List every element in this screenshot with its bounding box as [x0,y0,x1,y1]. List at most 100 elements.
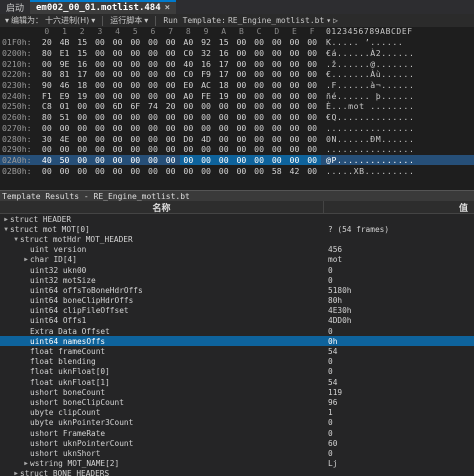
hex-byte[interactable]: 00 [126,91,144,101]
hex-byte[interactable]: 00 [303,48,321,58]
hex-byte[interactable]: 00 [144,155,162,165]
expand-icon[interactable]: ▶ [22,460,30,467]
hex-byte[interactable]: 00 [162,37,180,47]
tree-row[interactable]: float uknFloat[1] 54 [0,377,474,387]
hex-byte[interactable]: 00 [126,112,144,122]
hex-byte[interactable]: 00 [233,80,251,90]
hex-row[interactable]: 0250h: C8 01 00 00 6D 6F 74 20 00 00 00 00 00 00 00 00 È.… [0,101,474,112]
hex-byte[interactable]: 16 [73,59,91,69]
hex-byte[interactable]: 15 [73,37,91,47]
hex-byte[interactable]: 17 [73,69,91,79]
hex-byte[interactable]: F1 [38,91,56,101]
hex-byte[interactable]: 00 [162,80,180,90]
hex-row[interactable]: 0280h: 30 4E 00 00 00 00 00 00 D0 4D 00 00 00 00 00 00 0N… [0,133,474,144]
hex-byte[interactable]: 00 [197,101,215,111]
expand-icon[interactable]: ▶ [2,216,10,223]
hex-byte[interactable]: 00 [91,59,109,69]
hex-ascii[interactable]: €Q.............. [322,112,474,122]
hex-byte[interactable]: 00 [286,91,304,101]
hex-byte[interactable]: 4B [56,37,74,47]
hex-byte[interactable]: D0 [180,134,198,144]
tree-row[interactable]: uint version 456 [0,245,474,255]
hex-row[interactable]: 02B0h: 00 00 00 00 00 00 00 00 00 00 00 00 00 58 42 00..… [0,165,474,176]
hex-row[interactable]: 0230h: 90 46 18 00 00 00 00 00 E0 AC 18 00 00 00 00 00 .F… [0,80,474,91]
hex-byte[interactable]: 00 [215,101,233,111]
hex-byte[interactable]: 00 [109,134,127,144]
hex-byte[interactable]: F9 [197,69,215,79]
tree-row[interactable]: ▶ char ID[4] mot [0,255,474,265]
hex-byte[interactable]: 00 [180,166,198,176]
hex-byte[interactable]: 00 [250,37,268,47]
expand-icon[interactable]: ▶ [12,470,20,476]
tree-row[interactable]: ▶ wstring MOT_NAME[2] Lj [0,459,474,469]
hex-byte[interactable]: 00 [180,144,198,154]
hex-byte[interactable]: 00 [285,154,304,165]
hex-byte[interactable]: A0 [180,91,198,101]
hex-byte[interactable]: 00 [303,101,321,111]
hex-byte[interactable]: 00 [233,101,251,111]
hex-byte[interactable]: 00 [73,101,91,111]
hex-byte[interactable]: 00 [286,69,304,79]
hex-byte[interactable]: 00 [144,112,162,122]
hex-byte[interactable]: 17 [215,69,233,79]
hex-byte[interactable]: 00 [303,123,321,133]
hex-byte[interactable]: 19 [73,91,91,101]
hex-byte[interactable]: 9E [56,59,74,69]
hex-byte[interactable]: 00 [233,166,251,176]
hex-ascii[interactable]: ................ [322,123,474,133]
hex-byte[interactable]: A0 [180,37,198,47]
hex-byte[interactable]: 00 [109,166,127,176]
hex-byte[interactable]: 00 [286,112,304,122]
hex-byte[interactable]: 00 [91,123,109,133]
hex-byte[interactable]: 00 [215,123,233,133]
hex-byte[interactable]: 00 [126,166,144,176]
hex-byte[interactable]: 00 [250,166,268,176]
hex-byte[interactable]: 00 [144,69,162,79]
hex-byte[interactable]: 00 [38,123,56,133]
hex-byte[interactable]: 00 [215,112,233,122]
template-results-tree[interactable]: ▶ struct HEADER ▼ struct mot MOT[0]? (54 fr… [0,214,474,476]
hex-byte[interactable]: 00 [233,69,251,79]
hex-ascii[interactable]: @P.............. [322,155,474,165]
hex-byte[interactable]: 00 [91,155,109,165]
hex-byte[interactable]: 46 [56,80,74,90]
tree-row[interactable]: float blending 0 [0,357,474,367]
hex-byte[interactable]: 00 [233,134,251,144]
hex-byte[interactable]: 00 [109,69,127,79]
hex-byte[interactable]: 00 [197,112,215,122]
hex-byte[interactable]: 00 [56,166,74,176]
hex-byte[interactable]: 00 [197,123,215,133]
hex-byte[interactable]: 16 [215,48,233,58]
hex-editor[interactable]: 0123456789ABCDEF 0123456789ABCDEF 01F0h:… [0,27,474,190]
hex-byte[interactable]: 00 [250,91,268,101]
hex-byte[interactable]: 00 [91,48,109,58]
hex-byte[interactable]: 00 [144,91,162,101]
hex-ascii[interactable]: È...mot ........ [322,101,474,111]
tree-row[interactable]: uint64 offsToBoneHdrOffs 5180h [0,285,474,295]
hex-byte[interactable]: 18 [215,80,233,90]
hex-ascii[interactable]: ñé...... þ...... [322,91,474,101]
hex-byte[interactable]: 00 [268,59,286,69]
hex-byte[interactable]: 00 [73,123,91,133]
hex-byte[interactable]: 00 [180,112,198,122]
hex-byte[interactable]: 00 [268,69,286,79]
hex-byte[interactable]: 00 [233,59,251,69]
hex-byte[interactable]: 00 [303,166,321,176]
hex-byte[interactable]: 00 [180,123,198,133]
tree-row[interactable]: ▶ struct HEADER [0,214,474,224]
hex-byte[interactable]: AC [197,80,215,90]
hex-row[interactable]: 0200h: 80 E1 15 00 00 00 00 00 C0 32 16 00 00 00 00 00 €á… [0,48,474,59]
hex-byte[interactable]: 00 [268,144,286,154]
hex-byte[interactable]: 32 [197,48,215,58]
hex-byte[interactable]: 00 [109,155,127,165]
tree-row[interactable]: ushort uknShort 0 [0,448,474,458]
hex-byte[interactable]: 00 [126,155,144,165]
hex-row[interactable]: 0270h: 00 00 00 00 00 00 00 00 00 00 00 00 00 00 00 00..… [0,123,474,134]
hex-byte[interactable]: 00 [303,69,321,79]
tree-row[interactable]: ▼ struct mot MOT[0] ? (54 frames) [0,224,474,234]
hex-byte[interactable]: 00 [303,134,321,144]
hex-byte[interactable]: 00 [162,144,180,154]
hex-byte[interactable]: 6D [109,101,127,111]
hex-byte[interactable]: 00 [286,101,304,111]
hex-byte[interactable]: 90 [38,80,56,90]
